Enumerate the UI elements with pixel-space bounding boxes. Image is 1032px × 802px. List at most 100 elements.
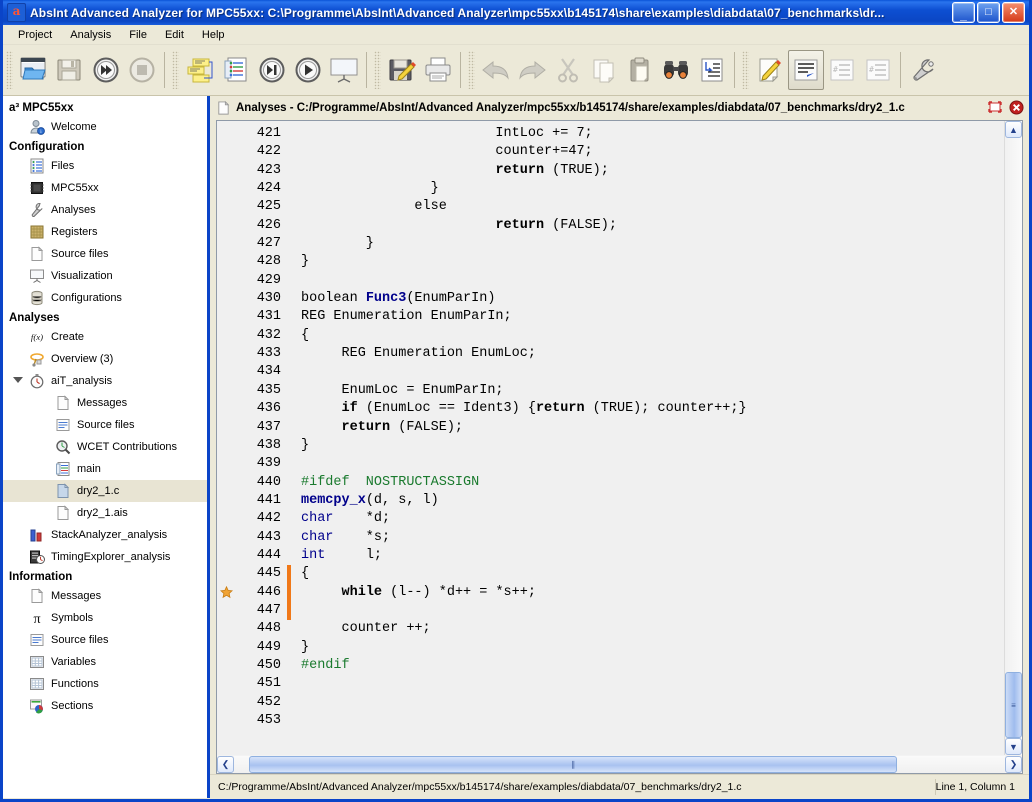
vertical-scroll-thumb[interactable]: ≡ [1005,672,1022,738]
toolbar-grip-3[interactable] [374,51,381,89]
code-line[interactable]: 437 return (FALSE); [217,419,1004,437]
menu-analysis[interactable]: Analysis [61,27,120,43]
code-line[interactable]: 452 [217,694,1004,712]
bookmark-star-icon[interactable] [217,586,235,599]
sidebar-item-sections[interactable]: Sections [3,695,207,717]
notes-button[interactable] [182,50,218,90]
run-step-button[interactable] [254,50,290,90]
code-line[interactable]: 435 EnumLoc = EnumParIn; [217,382,1004,400]
edit-mode-button[interactable] [752,50,788,90]
sidebar-item-symbols[interactable]: π Symbols [3,607,207,629]
sidebar-item-dry2-1-ais[interactable]: dry2_1.ais [3,502,207,524]
sidebar-item-wcet-contributions[interactable]: WCET Contributions [3,436,207,458]
scroll-up-button[interactable]: ▲ [1005,121,1022,138]
code-line[interactable]: 426 return (FALSE); [217,217,1004,235]
code-line[interactable]: 445 { [217,565,1004,584]
run-all-button[interactable] [88,50,124,90]
toolbar-grip-5[interactable] [742,51,749,89]
code-line[interactable]: 424 } [217,180,1004,198]
sidebar-item-registers[interactable]: Registers [3,221,207,243]
sidebar-item-main[interactable]: main [3,458,207,480]
code-line[interactable]: 439 [217,455,1004,473]
toolbar-grip[interactable] [6,51,13,89]
code-line[interactable]: 453 [217,712,1004,730]
horizontal-scroll-track[interactable]: ∥ [234,755,1005,773]
sidebar-item-create[interactable]: f(x) Create [3,326,207,348]
copy-button[interactable] [586,50,622,90]
code-line[interactable]: 441 memcpy_x(d, s, l) [217,492,1004,510]
sidebar-item-source-files-ait[interactable]: Source files [3,414,207,436]
sidebar-item-functions[interactable]: Functions [3,673,207,695]
expand-triangle-icon[interactable] [13,377,23,383]
code-line[interactable]: 433 REG Enumeration EnumLoc; [217,345,1004,363]
vertical-scroll-track[interactable]: ≡ [1005,138,1022,738]
report-button[interactable] [218,50,254,90]
scroll-right-button[interactable]: ❯ [1005,755,1022,773]
code-line[interactable]: 429 [217,272,1004,290]
menu-help[interactable]: Help [193,27,234,43]
code-line[interactable]: 428} [217,253,1004,271]
print-button[interactable] [420,50,456,90]
paste-button[interactable] [622,50,658,90]
sidebar-item-messages-ait[interactable]: Messages [3,392,207,414]
maximize-button[interactable]: □ [977,2,1000,23]
sidebar-item-files[interactable]: Files [3,155,207,177]
sidebar-item-source-files-config[interactable]: Source files [3,243,207,265]
cut-button[interactable] [550,50,586,90]
save-file-button[interactable] [384,50,420,90]
sidebar-item-source-files-info[interactable]: Source files [3,629,207,651]
toolbar-grip-4[interactable] [468,51,475,89]
undo-button[interactable] [478,50,514,90]
code-line[interactable]: 443 char *s; [217,529,1004,547]
stop-button[interactable] [124,50,160,90]
visualization-button[interactable] [326,50,362,90]
sidebar-item-visualization[interactable]: Visualization [3,265,207,287]
sidebar-item-analyses-config[interactable]: Analyses [3,199,207,221]
toolbar-grip-2[interactable] [172,51,179,89]
document-tab-title[interactable]: Analyses - C:/Programme/AbsInt/Advanced … [236,102,983,114]
code-line[interactable]: 434 [217,363,1004,381]
code-line[interactable]: 440 #ifdef NOSTRUCTASSIGN [217,474,1004,492]
menu-project[interactable]: Project [9,27,61,43]
sidebar-item-overview[interactable]: Overview (3) [3,348,207,370]
sidebar-item-stackanalyzer-analysis[interactable]: StackAnalyzer_analysis [3,524,207,546]
code-line[interactable]: 436 if (EnumLoc == Ident3) {return (TRUE… [217,400,1004,418]
code-line[interactable]: 442 char *d; [217,510,1004,528]
code-line[interactable]: 450 #endif [217,657,1004,675]
sidebar-item-messages-info[interactable]: Messages [3,585,207,607]
code-line[interactable]: 447 [217,601,1004,621]
wrap-lines-button[interactable] [788,50,824,90]
code-line[interactable]: 451 [217,675,1004,693]
redo-button[interactable] [514,50,550,90]
save-project-button[interactable] [52,50,88,90]
sidebar-item-dry2-1-c[interactable]: dry2_1.c [3,480,207,502]
hide-numbers-button[interactable]: # [860,50,896,90]
code-editor[interactable]: 421 IntLoc += 7; 422 counter+=47; 423 retu… [217,121,1004,755]
goto-line-button[interactable] [694,50,730,90]
code-line[interactable]: 449} [217,639,1004,657]
sidebar-item-variables[interactable]: Variables [3,651,207,673]
menu-edit[interactable]: Edit [156,27,193,43]
scroll-down-button[interactable]: ▼ [1005,738,1022,755]
menu-file[interactable]: File [120,27,156,43]
code-line[interactable]: 432 { [217,327,1004,345]
close-button[interactable]: ✕ [1002,2,1025,23]
code-line[interactable]: 423 return (TRUE); [217,162,1004,180]
code-line[interactable]: 421 IntLoc += 7; [217,125,1004,143]
code-line[interactable]: 422 counter+=47; [217,143,1004,161]
editor-horizontal-scrollbar[interactable]: ❮ ∥ ❯ [217,755,1022,773]
horizontal-scroll-thumb[interactable]: ∥ [249,755,898,773]
find-button[interactable] [658,50,694,90]
code-line[interactable]: 430 boolean Func3(EnumParIn) [217,290,1004,308]
undock-icon[interactable] [988,100,1004,116]
sidebar-item-ait-analysis[interactable]: aiT_analysis [3,370,207,392]
code-line[interactable]: 431 REG Enumeration EnumParIn; [217,308,1004,326]
code-line[interactable]: 444 int l; [217,547,1004,565]
code-line[interactable]: 448 counter ++; [217,620,1004,638]
scroll-left-button[interactable]: ❮ [217,755,234,773]
sidebar-item-welcome[interactable]: i Welcome [3,116,207,138]
sidebar-item-mpc55xx[interactable]: MPC55xx [3,177,207,199]
code-line[interactable]: 446 while (l--) *d++ = *s++; [217,583,1004,602]
code-line[interactable]: 425 else [217,198,1004,216]
minimize-button[interactable]: _ [952,2,975,23]
